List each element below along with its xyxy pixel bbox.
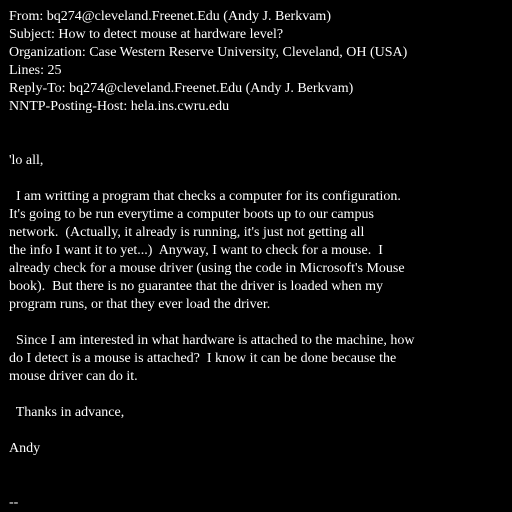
paragraph2-line: Since I am interested in what hardware i… [9,333,415,348]
paragraph1-line: I am writting a program that checks a co… [9,189,401,204]
signature-separator: -- [9,495,19,510]
body-greeting: 'lo all, [9,153,44,168]
header-nntp-posting-host: NNTP-Posting-Host: hela.ins.cwru.edu [9,99,230,114]
paragraph1-line: It's going to be run everytime a compute… [9,207,374,222]
paragraph1-line: book). But there is no guarantee that th… [9,279,384,294]
header-subject: Subject: How to detect mouse at hardware… [9,27,284,42]
paragraph1-line: network. (Actually, it already is runnin… [9,225,365,240]
header-from: From: bq274@cleveland.Freenet.Edu (Andy … [9,9,331,24]
paragraph1-line: the info I want it to yet...) Anyway, I … [9,243,383,258]
signature-name: Andy [9,441,41,456]
newsgroup-message-screen: From: bq274@cleveland.Freenet.Edu (Andy … [0,0,512,512]
paragraph1-line: program runs, or that they ever load the… [9,297,271,312]
header-lines: Lines: 25 [9,63,62,78]
paragraph2-line: do I detect is a mouse is attached? I kn… [9,351,397,366]
header-organization: Organization: Case Western Reserve Unive… [9,45,408,60]
paragraph1-line: already check for a mouse driver (using … [9,261,405,276]
header-reply-to: Reply-To: bq274@cleveland.Freenet.Edu (A… [9,81,354,96]
paragraph2-line: mouse driver can do it. [9,369,138,384]
thanks-line: Thanks in advance, [9,405,125,420]
